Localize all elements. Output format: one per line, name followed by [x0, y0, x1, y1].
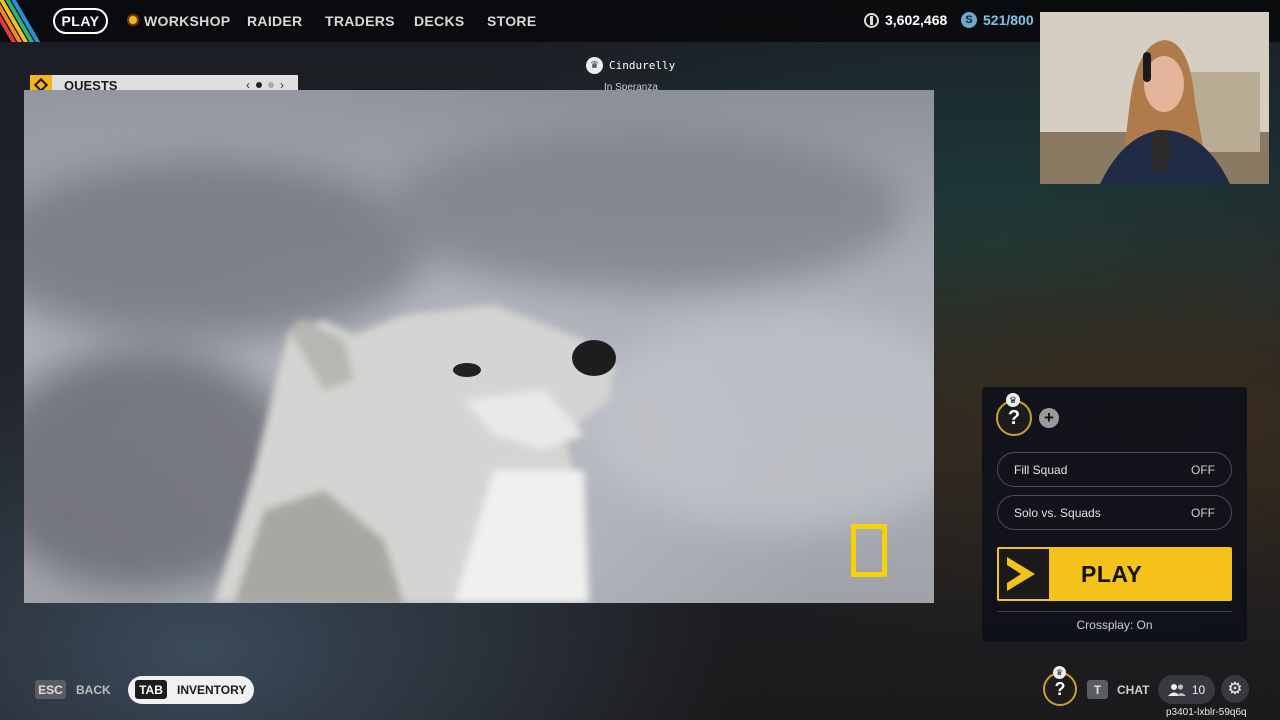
- friends-button[interactable]: 10: [1158, 675, 1215, 704]
- crown-icon: ♛: [1053, 666, 1066, 679]
- nav-tab-workshop[interactable]: WORKSHOP: [144, 13, 230, 29]
- friends-icon: [1167, 683, 1186, 696]
- fill-squad-value: OFF: [1191, 462, 1215, 477]
- coins-value: 3,602,468: [885, 12, 948, 28]
- chat-button[interactable]: CHAT: [1117, 683, 1149, 697]
- play-chevron-icon: [999, 549, 1049, 599]
- crown-icon: ♛: [1006, 393, 1020, 407]
- natgeo-logo: [851, 524, 887, 577]
- brand-stripes-logo: [0, 0, 44, 42]
- nav-tab-store[interactable]: STORE: [487, 13, 536, 29]
- nav-tab-decks[interactable]: DECKS: [414, 13, 465, 29]
- wolf-video-frame: [24, 130, 934, 603]
- chat-key-hint: T: [1087, 680, 1108, 699]
- gear-icon[interactable]: ⚙: [1221, 675, 1249, 703]
- play-button[interactable]: PLAY: [997, 547, 1232, 601]
- friend-name: Cindurelly: [609, 59, 676, 72]
- fill-squad-label: Fill Squad: [1014, 462, 1068, 477]
- solo-vs-squads-value: OFF: [1191, 505, 1215, 520]
- play-button-label: PLAY: [1081, 560, 1143, 587]
- session-id: p3401-lxblr-59q6q: [1166, 707, 1247, 718]
- coin-icon: [864, 12, 879, 28]
- video-overlay: [24, 90, 934, 603]
- add-squad-member-button[interactable]: +: [1039, 408, 1059, 428]
- friends-count: 10: [1191, 682, 1206, 697]
- nav-tab-traders[interactable]: TRADERS: [325, 13, 395, 29]
- esc-key-hint: ESC: [35, 680, 66, 699]
- crown-avatar-icon: ♛: [586, 57, 603, 74]
- tab-key-hint: TAB: [135, 680, 167, 699]
- crossplay-status: Crossplay: On: [1076, 618, 1153, 632]
- back-button[interactable]: BACK: [76, 683, 111, 697]
- credits-value: 521/800: [983, 12, 1034, 28]
- divider: [997, 611, 1232, 612]
- notification-dot-icon: [129, 16, 137, 24]
- credits-balance: S 521/800: [961, 12, 1034, 28]
- fill-squad-toggle[interactable]: Fill Squad OFF: [997, 452, 1232, 487]
- pager-dot-active: [256, 82, 262, 88]
- webcam-feed: [1040, 12, 1269, 184]
- inventory-label: INVENTORY: [177, 683, 247, 697]
- nav-tab-play[interactable]: PLAY: [53, 8, 108, 34]
- pager-dot: [268, 82, 274, 88]
- streamer-webcam: [1040, 12, 1269, 184]
- credits-icon: S: [961, 12, 977, 28]
- coins-balance: 3,602,468: [864, 12, 947, 28]
- solo-vs-squads-toggle[interactable]: Solo vs. Squads OFF: [997, 495, 1232, 530]
- nav-tab-raider[interactable]: RAIDER: [247, 13, 302, 29]
- solo-vs-squads-label: Solo vs. Squads: [1014, 505, 1101, 520]
